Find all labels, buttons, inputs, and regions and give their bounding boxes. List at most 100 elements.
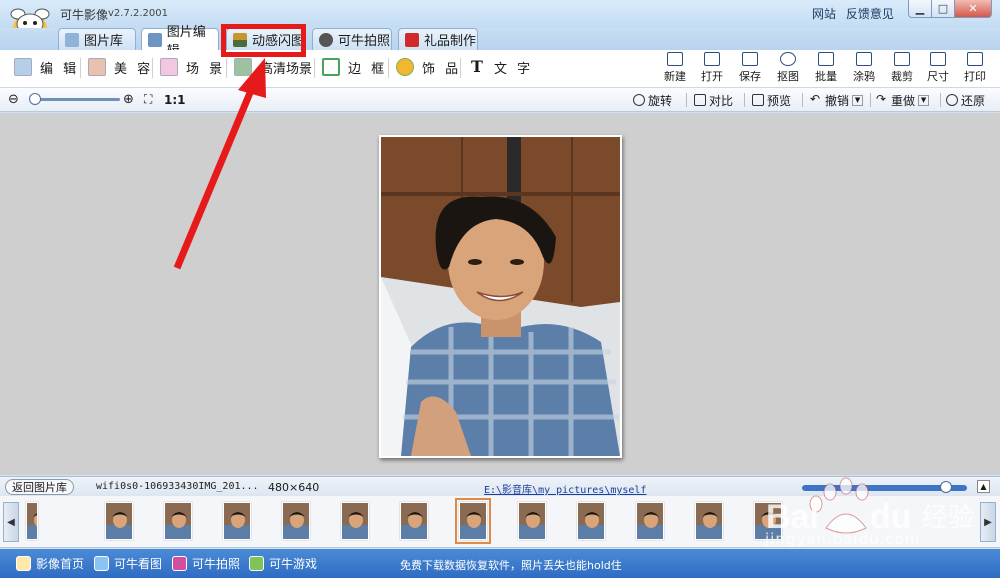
viewer-link[interactable]: 可牛看图 [94,555,162,572]
back-to-gallery-button[interactable]: 返回图片库 [5,479,74,495]
zoom-slider[interactable] [30,98,120,101]
promo-link[interactable]: 免费下载数据恢复软件，照片丢失也能hold住 [400,557,622,573]
website-link[interactable]: 网站 [812,7,836,21]
edit-toolbar: 编 辑 美 容 场 景 高清场景 边 框 饰 品 T 文 字 新建 打开 保存 抠… [0,50,1000,88]
thumbnail-item[interactable] [577,502,605,540]
doodle-button[interactable]: 涂鸦 [846,52,882,84]
tool-label: 编 辑 [40,61,80,77]
expand-toggle-button[interactable]: ▲ [977,480,990,493]
tab-camera[interactable]: 可牛拍照 [312,28,392,50]
thumbnail-size-thumb[interactable] [939,481,952,493]
thumbnail-item[interactable] [26,502,38,540]
thumbnail-item[interactable] [400,502,428,540]
button-label: 重做 [891,93,916,108]
tab-label: 图片库 [84,34,124,49]
thumbnail-item[interactable] [341,502,369,540]
thumbnail-item[interactable] [164,502,192,540]
zoom-in-icon[interactable]: ⊕ [123,92,134,107]
new-button[interactable]: 新建 [657,52,693,84]
edited-photo[interactable] [379,135,622,458]
restore-button[interactable]: 还原 [946,92,985,108]
batch-button[interactable]: 批量 [808,52,844,84]
tab-gift[interactable]: 礼品制作 [398,28,478,50]
maximize-button[interactable]: □ [931,0,955,18]
tab-label: 礼品制作 [424,34,477,49]
scroll-right-button[interactable]: ▶ [980,502,996,542]
camera-icon [172,556,187,571]
thumbnail-item[interactable] [282,502,310,540]
tool-hd-scene[interactable]: 高清场景 [234,56,312,78]
print-button[interactable]: 打印 [957,52,993,84]
undo-button[interactable]: ↶ 撤销 ▼ [810,92,864,108]
close-button[interactable]: ✕ [954,0,992,18]
watermark-url: jingyan.baidu.com [765,530,921,548]
button-label: 预览 [767,93,792,108]
chevron-up-icon: ▲ [980,482,987,491]
link-label: 可牛游戏 [269,557,318,571]
tool-edit[interactable]: 编 辑 [14,56,79,78]
save-icon [742,52,758,66]
action-label: 打开 [701,70,723,83]
resize-button[interactable]: 尺寸 [920,52,956,84]
folder-open-icon [704,52,720,66]
edit-icon [148,33,162,47]
thumbnail-item[interactable] [455,498,491,544]
tab-photo-edit[interactable]: 图片编辑 [141,25,219,59]
tool-label: 饰 品 [422,61,462,77]
scroll-left-button[interactable]: ◀ [3,502,19,542]
compare-button[interactable]: 对比 [694,92,733,108]
new-file-icon [667,52,683,66]
tool-frame[interactable]: 边 框 [322,56,387,78]
cow-home-icon [16,556,31,571]
separator [152,58,153,78]
redo-button[interactable]: ↷ 重做 ▼ [876,92,930,108]
thumbnail-item[interactable] [636,502,664,540]
feedback-link[interactable]: 反馈意见 [846,7,894,21]
separator [314,58,315,78]
tool-label: 边 框 [348,61,388,77]
picture-edit-icon [14,58,32,76]
fit-screen-icon[interactable]: ⛶ [144,92,152,107]
right-arrow-icon: ▶ [984,516,992,528]
minimize-icon: ▁ [915,2,925,15]
webcam-icon [319,32,333,47]
save-button[interactable]: 保存 [732,52,768,84]
tool-label: 场 景 [186,61,226,77]
separator [388,58,389,78]
cutout-button[interactable]: 抠图 [770,52,806,84]
chevron-down-icon[interactable]: ▼ [918,94,930,106]
open-button[interactable]: 打开 [694,52,730,84]
tab-label: 可牛拍照 [338,34,391,49]
action-label: 批量 [815,70,837,83]
preview-button[interactable]: 预览 [752,92,791,108]
tool-label: 美 容 [114,61,154,77]
tool-text[interactable]: T文 字 [468,56,533,78]
tool-ornament[interactable]: 饰 品 [396,56,461,78]
zoom-out-icon[interactable]: ⊖ [8,92,19,107]
folder-path-link[interactable]: E:\影音库\my pictures\myself [484,481,646,496]
thumbnail-item[interactable] [695,502,723,540]
thumbnail-item[interactable] [223,502,251,540]
tool-scene[interactable]: 场 景 [160,56,225,78]
minimize-button[interactable]: ▁ [908,0,932,18]
zoom-actual-size[interactable]: 1:1 [164,93,186,107]
main-tab-bar: 图片库 图片编辑 动感闪图 可牛拍照 礼品制作 [0,25,1000,59]
home-link[interactable]: 影像首页 [16,555,84,572]
photo-canvas[interactable] [0,113,1000,475]
camera-link[interactable]: 可牛拍照 [172,555,240,572]
tool-beauty[interactable]: 美 容 [88,56,153,78]
app-version: v2.7.2.2001 [108,8,168,19]
file-name: wifi0s0-106933430IMG_201... [96,481,259,492]
thumbnail-item[interactable] [105,502,133,540]
scene-icon [160,58,178,76]
file-status-bar: 返回图片库 wifi0s0-106933430IMG_201... 480×64… [0,476,1000,496]
zoom-slider-thumb[interactable] [29,93,41,105]
crop-icon [894,52,910,66]
crop-button[interactable]: 裁剪 [884,52,920,84]
games-link[interactable]: 可牛游戏 [249,555,317,572]
tab-gallery[interactable]: 图片库 [58,28,136,50]
chevron-down-icon[interactable]: ▼ [852,94,864,106]
view-bar: ⊖ ⊕ ⛶ 1:1 旋转 对比 预览 ↶ 撤销 ▼ ↷ 重做 ▼ 还原 [0,88,1000,112]
thumbnail-item[interactable] [518,502,546,540]
rotate-button[interactable]: 旋转 [633,92,672,108]
